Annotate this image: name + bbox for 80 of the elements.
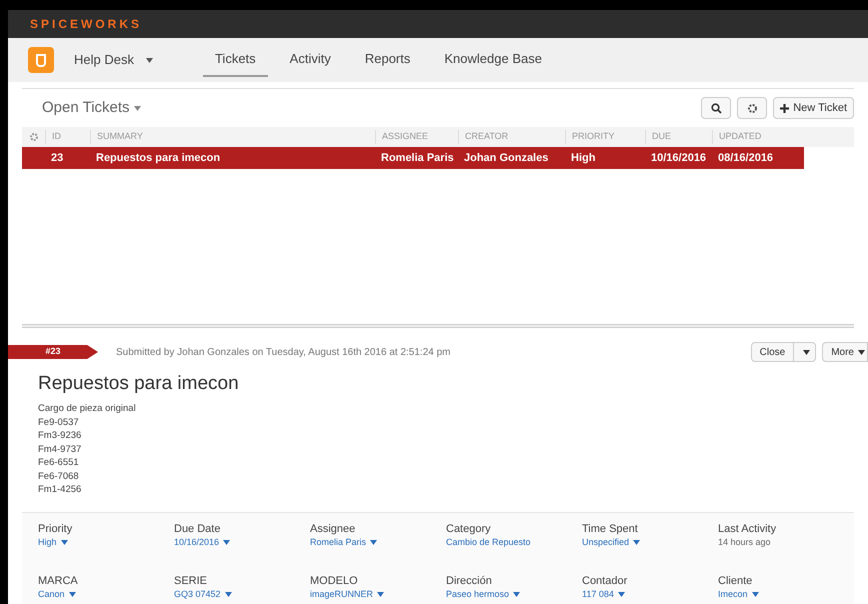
description-line: Fm3-9236 [38, 429, 82, 442]
field-value-link[interactable]: Cambio de Repuesto [446, 536, 531, 549]
field-label: Category [446, 523, 491, 536]
field-label: Due Date [174, 523, 220, 536]
caret-icon [618, 592, 625, 596]
column-header[interactable]: SUMMARY [97, 131, 143, 142]
close-options-button[interactable] [794, 342, 816, 362]
field-value-dropdown[interactable]: GQ3 07452 [174, 588, 232, 600]
field-value-dropdown[interactable]: Romelia Paris [310, 536, 378, 549]
field-value-dropdown[interactable]: 117 084 [582, 588, 625, 600]
column-header[interactable]: CREATOR [465, 131, 508, 142]
caret-icon [858, 350, 865, 354]
field-value: 14 hours ago [718, 536, 771, 549]
nav-tab[interactable]: Reports [352, 43, 422, 77]
field-value-dropdown[interactable]: 10/16/2016 [174, 536, 230, 549]
field-label: Time Spent [582, 523, 638, 536]
ticket-number-ribbon: #23 [8, 345, 98, 359]
caret-icon [752, 592, 759, 596]
table-cell: 10/16/2016 [651, 152, 706, 164]
logo[interactable]: SPICEWORKS [30, 15, 142, 33]
table-cell: 23 [51, 152, 64, 164]
table-cell: 08/16/2016 [718, 152, 774, 164]
column-header[interactable]: UPDATED [719, 131, 762, 142]
search-button[interactable] [701, 97, 732, 119]
column-header[interactable]: ASSIGNEE [382, 131, 428, 142]
field-label: Assignee [310, 523, 356, 536]
caret-icon [377, 592, 384, 596]
settings-button[interactable] [737, 97, 768, 119]
new-ticket-button[interactable]: New Ticket [773, 97, 854, 119]
field-value-dropdown[interactable]: Imecon [718, 588, 759, 600]
column-header[interactable]: DUE [652, 131, 672, 142]
caret-icon [60, 540, 68, 545]
field-value-dropdown[interactable]: Paseo hermoso [446, 588, 520, 600]
field-label: Last Activity [718, 523, 776, 536]
field-value-dropdown[interactable]: High [38, 536, 68, 549]
field-label: Dirección [446, 574, 492, 588]
more-button[interactable]: More [822, 342, 868, 362]
ticket-title: Repuestos para imecon [38, 372, 240, 396]
table-cell: Romelia Paris [381, 152, 454, 164]
table-cell: High [571, 152, 596, 164]
field-value-dropdown[interactable]: Unspecified [582, 536, 640, 549]
caret-icon [68, 592, 76, 596]
field-label: MARCA [38, 574, 78, 588]
field-label: Cliente [718, 574, 752, 588]
field-label: Contador [582, 574, 628, 588]
description-line: Fm4-9737 [38, 442, 82, 456]
caret-icon [134, 106, 141, 110]
close-button[interactable]: Close [750, 342, 794, 362]
caret-icon [803, 350, 810, 354]
description-line: Fm1-4256 [38, 483, 82, 496]
nav-tab[interactable]: Knowledge Base [432, 43, 554, 77]
field-label: MODELO [310, 574, 358, 588]
nav-tab[interactable]: Tickets [202, 43, 268, 77]
caret-icon [223, 540, 230, 545]
ticket-row[interactable]: 23 Repuestos para imecon Romelia Paris Johan Gonzales High 10/16/2016 08/16/2016 [22, 147, 804, 169]
description-line: Cargo de pieza original [38, 402, 137, 416]
plus-icon [780, 104, 790, 112]
column-header[interactable]: ID [52, 131, 61, 142]
settings-icon [746, 102, 758, 114]
app-switcher[interactable]: Help Desk [74, 50, 153, 70]
field-value-dropdown[interactable]: Canon [38, 588, 76, 600]
nav-tab[interactable]: Activity [278, 43, 343, 77]
table-cell: Johan Gonzales [464, 152, 548, 164]
caret-icon [633, 540, 640, 545]
table-cell: Repuestos para imecon [96, 152, 220, 164]
field-label: Priority [38, 523, 72, 536]
settings-icon[interactable] [28, 132, 38, 142]
field-label: SERIE [174, 574, 208, 588]
submitted-info: Submitted by Johan Gonzales on Tuesday, August 16th 2016 at 2:51:24 pm [116, 346, 450, 360]
caret-icon [224, 592, 232, 596]
description-line: Fe6-6551 [38, 456, 80, 470]
caret-icon [370, 540, 378, 545]
ticket-filter[interactable]: Open Tickets [42, 96, 141, 120]
column-header[interactable]: PRIORITY [572, 131, 615, 142]
caret-icon [513, 592, 520, 596]
caret-icon [146, 58, 153, 64]
field-value-dropdown[interactable]: imageRUNNER [310, 588, 384, 600]
search-icon [710, 102, 722, 114]
description-line: Fe9-0537 [38, 416, 80, 429]
description-line: Fe6-7068 [38, 470, 80, 483]
